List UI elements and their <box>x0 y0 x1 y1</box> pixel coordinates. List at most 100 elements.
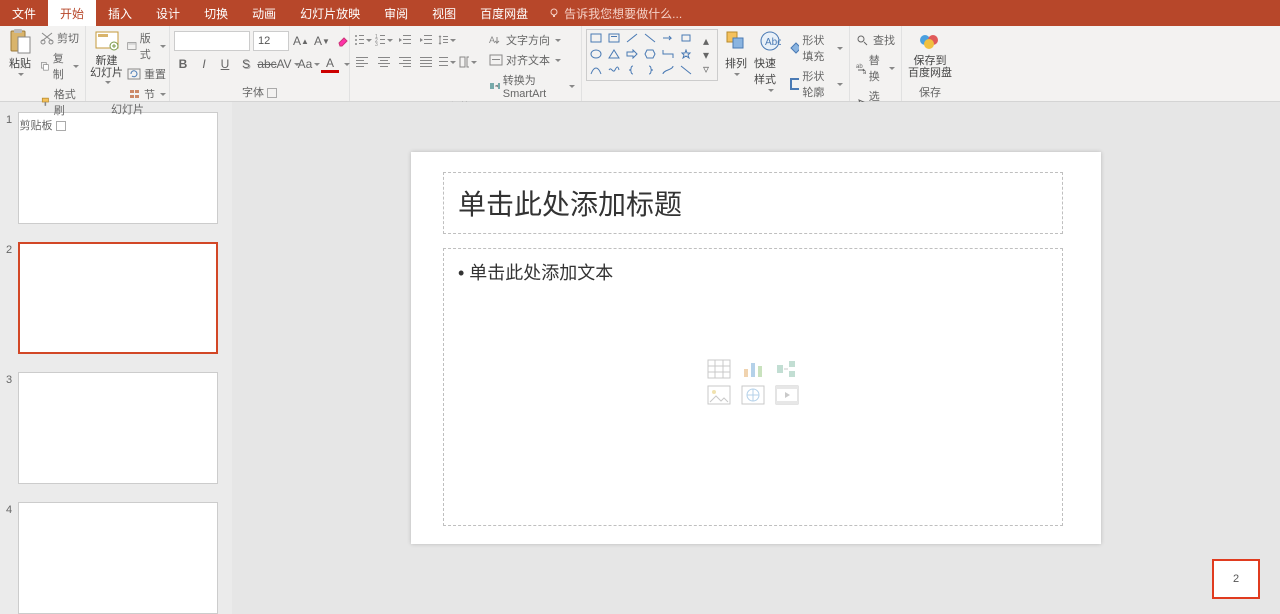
tab-home[interactable]: 开始 <box>48 0 96 26</box>
text-direction-button[interactable]: A文字方向 <box>487 31 577 49</box>
shape-line2-icon[interactable] <box>643 32 657 44</box>
char-spacing-button[interactable]: AV <box>279 55 297 73</box>
replace-icon: abac <box>856 62 866 74</box>
shape-gallery[interactable] <box>589 32 695 78</box>
font-launcher[interactable] <box>267 88 277 98</box>
shape-outline-button[interactable]: 形状轮廓 <box>788 67 845 101</box>
insert-table-icon[interactable] <box>707 359 731 379</box>
distribute-button[interactable] <box>438 53 456 71</box>
shape-fill-button[interactable]: 形状填充 <box>788 31 845 65</box>
shape-oval-icon[interactable] <box>589 48 603 60</box>
indent-button[interactable] <box>417 31 435 49</box>
shape-textbox-icon[interactable] <box>607 32 621 44</box>
paste-button[interactable]: 粘贴 <box>4 29 36 76</box>
quick-styles-button[interactable]: Abc 快速样式 <box>754 29 786 92</box>
align-right-icon <box>398 56 412 68</box>
align-text-button[interactable]: 对齐文本 <box>487 51 577 69</box>
tab-view[interactable]: 视图 <box>420 0 468 26</box>
bullets-icon <box>354 34 364 46</box>
shape-elbow-icon[interactable] <box>661 48 675 60</box>
italic-button[interactable]: I <box>195 55 213 73</box>
grow-font-button[interactable]: A▲ <box>292 32 310 50</box>
slide-thumbnail[interactable] <box>18 502 218 614</box>
gallery-expand[interactable]: ▿ <box>697 62 715 76</box>
slide-thumbnail[interactable] <box>18 372 218 484</box>
line-spacing-icon <box>438 34 448 46</box>
shape-rect2-icon[interactable] <box>679 32 693 44</box>
slide-thumbnail[interactable] <box>18 242 218 354</box>
tab-slideshow[interactable]: 幻灯片放映 <box>288 0 372 26</box>
save-baidu-button[interactable]: 保存到 百度网盘 <box>906 29 954 79</box>
numbering-icon: 123 <box>375 34 385 46</box>
align-right-button[interactable] <box>396 53 414 71</box>
bold-button[interactable]: B <box>174 55 192 73</box>
shape-line-icon[interactable] <box>625 32 639 44</box>
reset-button[interactable]: 重置 <box>125 65 168 83</box>
shape-rect-icon[interactable] <box>589 32 603 44</box>
shrink-font-button[interactable]: A▼ <box>313 32 331 50</box>
shape-connector-icon[interactable] <box>661 64 675 76</box>
shape-hexagon-icon[interactable] <box>643 48 657 60</box>
shape-lbrace-icon[interactable] <box>625 64 639 76</box>
columns-icon <box>459 56 469 68</box>
layout-button[interactable]: 版式 <box>125 29 168 63</box>
font-color-button[interactable]: A <box>321 55 339 73</box>
svg-text:ac: ac <box>863 70 866 74</box>
justify-button[interactable] <box>417 53 435 71</box>
gallery-scroll-up[interactable]: ▴ <box>697 34 715 48</box>
insert-smartart-icon[interactable] <box>775 359 799 379</box>
line-spacing-button[interactable] <box>438 31 456 49</box>
replace-button[interactable]: abac替换 <box>854 51 897 85</box>
tab-transition[interactable]: 切换 <box>192 0 240 26</box>
bullets-button[interactable] <box>354 31 372 49</box>
insert-chart-icon[interactable] <box>741 359 765 379</box>
copy-button[interactable]: 复制 <box>38 49 81 83</box>
font-name-input[interactable] <box>174 31 250 51</box>
tab-insert[interactable]: 插入 <box>96 0 144 26</box>
change-case-button[interactable]: Aa <box>300 55 318 73</box>
underline-button[interactable]: U <box>216 55 234 73</box>
strike-button[interactable]: abc <box>258 55 276 73</box>
align-center-button[interactable] <box>375 53 393 71</box>
shape-curve-icon[interactable] <box>589 64 603 76</box>
numbering-button[interactable]: 123 <box>375 31 393 49</box>
format-painter-button[interactable]: 格式刷 <box>38 85 81 119</box>
tab-baidu[interactable]: 百度网盘 <box>468 0 540 26</box>
align-left-button[interactable] <box>354 53 372 71</box>
insert-online-pic-icon[interactable] <box>741 385 765 405</box>
shape-arrowblock-icon[interactable] <box>625 48 639 60</box>
new-slide-button[interactable]: 新建 幻灯片 <box>90 29 123 84</box>
shape-arrow-icon[interactable] <box>661 32 675 44</box>
outdent-button[interactable] <box>396 31 414 49</box>
tab-file[interactable]: 文件 <box>0 0 48 26</box>
insert-video-icon[interactable] <box>775 385 799 405</box>
justify-icon <box>419 56 433 68</box>
save-group-label: 保存 <box>919 86 941 100</box>
tell-me[interactable]: 告诉我您想要做什么... <box>540 0 682 26</box>
section-button[interactable]: 节 <box>125 85 168 103</box>
shape-more-icon[interactable] <box>679 64 693 76</box>
shape-triangle-icon[interactable] <box>607 48 621 60</box>
quick-styles-icon: Abc <box>759 30 781 52</box>
font-size-input[interactable] <box>253 31 289 51</box>
clipboard-launcher[interactable] <box>56 121 66 131</box>
shape-curve2-icon[interactable] <box>607 64 621 76</box>
tab-review[interactable]: 审阅 <box>372 0 420 26</box>
columns-button[interactable] <box>459 53 477 71</box>
gallery-scroll-down[interactable]: ▾ <box>697 48 715 62</box>
content-placeholder[interactable]: • 单击此处添加文本 <box>443 248 1063 526</box>
slide[interactable]: 单击此处添加标题 • 单击此处添加文本 <box>411 152 1101 544</box>
slide-canvas-area[interactable]: 单击此处添加标题 • 单击此处添加文本 2 <box>232 102 1280 614</box>
cut-button[interactable]: 剪切 <box>38 29 81 47</box>
tab-design[interactable]: 设计 <box>144 0 192 26</box>
shape-star-icon[interactable] <box>679 48 693 60</box>
tab-animation[interactable]: 动画 <box>240 0 288 26</box>
find-button[interactable]: 查找 <box>854 31 897 49</box>
new-slide-label: 新建 幻灯片 <box>90 55 123 79</box>
title-placeholder[interactable]: 单击此处添加标题 <box>443 172 1063 234</box>
insert-picture-icon[interactable] <box>707 385 731 405</box>
smartart-button[interactable]: 转换为 SmartArt <box>487 71 577 101</box>
shadow-button[interactable]: S <box>237 55 255 73</box>
arrange-button[interactable]: 排列 <box>720 29 752 76</box>
shape-rbrace-icon[interactable] <box>643 64 657 76</box>
